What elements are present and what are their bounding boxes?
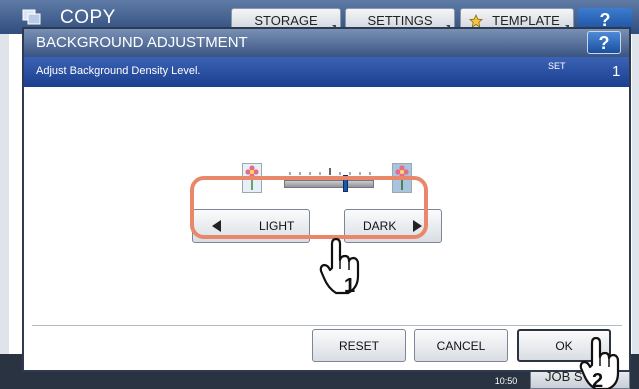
dialog-title: BACKGROUND ADJUSTMENT	[36, 34, 248, 51]
step1-number: 1	[344, 275, 355, 296]
reset-button-label: RESET	[338, 338, 379, 353]
background-right-edge	[632, 34, 639, 354]
reset-button[interactable]: RESET	[312, 329, 406, 362]
set-label: SET	[548, 61, 566, 71]
background-left-edge	[0, 34, 9, 354]
cancel-button-label: CANCEL	[436, 338, 486, 353]
dialog-instruction: Adjust Background Density Level.	[36, 65, 201, 77]
pointing-hand-icon-step2: 2	[579, 337, 620, 389]
background-title: COPY	[60, 7, 116, 28]
tab-storage-label: STORAGE	[254, 13, 318, 28]
dialog-help-button[interactable]: ?	[587, 31, 621, 54]
dialog-title-bar: BACKGROUND ADJUSTMENT ?	[24, 29, 629, 57]
dialog-subtitle-bar: Adjust Background Density Level. SET 1	[24, 57, 629, 87]
clock: 10:50	[494, 376, 518, 386]
pointing-hand-icon-step1: 1	[319, 238, 360, 296]
tab-template-label: TEMPLATE	[492, 13, 560, 28]
cancel-button[interactable]: CANCEL	[414, 329, 508, 362]
highlight-frame	[190, 176, 428, 239]
tab-settings-label: SETTINGS	[367, 13, 433, 28]
set-count: 1	[612, 63, 621, 80]
dialog-divider	[32, 325, 622, 326]
star-icon	[469, 14, 483, 28]
copy-icon	[22, 9, 41, 25]
step2-number: 2	[592, 370, 603, 389]
scale-ticks	[289, 168, 371, 175]
